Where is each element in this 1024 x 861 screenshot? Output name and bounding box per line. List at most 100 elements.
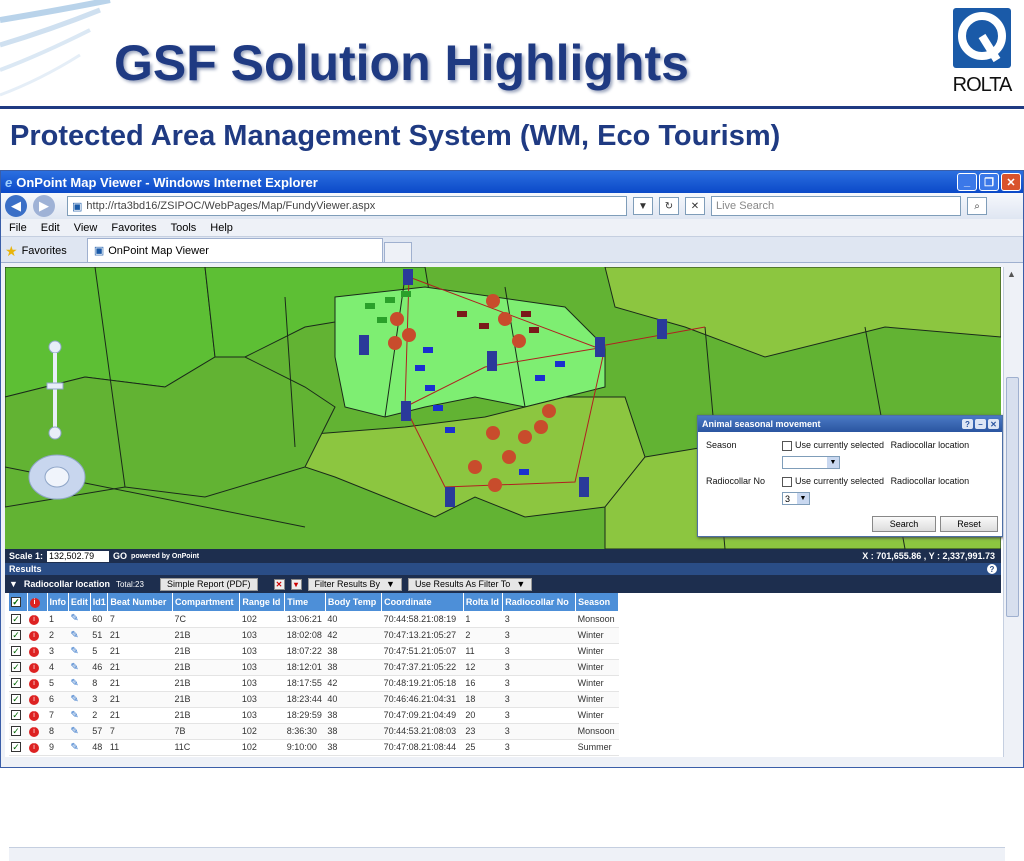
row-edit-cell[interactable]: ✎ [68, 691, 91, 708]
table-row[interactable]: ✓ i 8 ✎ 57 7 7B 102 8:36:30 38 70:44:53.21:08:03 23… [9, 723, 619, 740]
filter-results-by-button[interactable]: Filter Results By ▼ [307, 577, 402, 591]
row-checkbox[interactable]: ✓ [11, 662, 21, 672]
row-edit-cell[interactable]: ✎ [68, 659, 91, 676]
scale-input[interactable]: 132,502.79 [47, 550, 110, 562]
row-edit-cell[interactable]: ✎ [68, 643, 91, 660]
pencil-icon[interactable]: ✎ [70, 678, 78, 689]
radiocollar-checkbox[interactable] [782, 476, 792, 487]
close-icon[interactable]: ✕ [988, 419, 999, 429]
season-select[interactable]: ▼ [782, 456, 840, 469]
refresh-button[interactable]: ↻ [659, 197, 679, 215]
col-radiocollar-no[interactable]: Radiocollar No [502, 593, 577, 611]
row-select-cell[interactable]: ✓ [9, 627, 27, 644]
search-icon[interactable]: ⌕ [967, 197, 987, 215]
row-edit-cell[interactable]: ✎ [68, 723, 91, 740]
radiocollar-use-selected[interactable]: Use currently selected Radiocollar locat… [782, 476, 969, 487]
favorites-button[interactable]: ★ Favorites [5, 240, 87, 262]
vertical-scrollbar[interactable]: ▲ [1003, 267, 1021, 757]
radiocollar-select[interactable]: 3 ▼ [782, 492, 810, 505]
row-edit-cell[interactable]: ✎ [68, 611, 91, 628]
search-input[interactable]: Live Search [711, 196, 961, 216]
row-info-cell[interactable]: i [27, 723, 47, 740]
simple-report-button[interactable]: Simple Report (PDF) [159, 577, 258, 591]
pencil-icon[interactable]: ✎ [70, 742, 78, 753]
menu-help[interactable]: Help [210, 222, 233, 234]
stop-button[interactable]: ✕ [685, 197, 705, 215]
pan-control[interactable] [28, 454, 86, 500]
go-button[interactable]: GO [113, 551, 127, 561]
season-use-selected[interactable]: Use currently selected Radiocollar locat… [782, 440, 969, 451]
minimize-icon[interactable]: – [975, 419, 986, 429]
reset-button[interactable]: Reset [940, 516, 998, 532]
pencil-icon[interactable]: ✎ [70, 630, 78, 641]
address-bar[interactable]: ▣ http://rta3bd16/ZSIPOC/WebPages/Map/Fu… [67, 196, 627, 216]
forward-button[interactable]: ▶ [33, 195, 55, 217]
table-row[interactable]: ✓ i 9 ✎ 48 11 11C 102 9:10:00 38 70:47:08.21:08:44… [9, 739, 619, 756]
tab-onpoint-map-viewer[interactable]: ▣ OnPoint Map Viewer [86, 238, 383, 262]
pencil-icon[interactable]: ✎ [70, 694, 78, 705]
row-checkbox[interactable]: ✓ [11, 694, 21, 704]
info-icon[interactable]: i [29, 727, 39, 737]
address-dropdown[interactable]: ▼ [633, 197, 653, 215]
info-icon[interactable]: i [29, 679, 39, 689]
pencil-icon[interactable]: ✎ [70, 710, 78, 721]
info-icon[interactable]: i [29, 695, 39, 705]
back-button[interactable]: ◀ [5, 195, 27, 217]
row-info-cell[interactable]: i [27, 659, 47, 676]
col-id1[interactable]: Id1 [90, 593, 109, 611]
scroll-up-icon[interactable]: ▲ [1007, 269, 1016, 279]
table-row[interactable]: ✓ i 4 ✎ 46 21 21B 103 18:12:01 38 70:47:37.21:05:2… [9, 659, 619, 676]
row-info-cell[interactable]: i [27, 739, 47, 756]
new-tab-button[interactable] [383, 242, 412, 262]
info-icon[interactable]: i [29, 711, 39, 721]
row-checkbox[interactable]: ✓ [11, 630, 21, 640]
row-checkbox[interactable]: ✓ [11, 710, 21, 720]
row-select-cell[interactable]: ✓ [9, 707, 27, 724]
export-icon[interactable]: ▾ [290, 578, 302, 590]
col-rolta-id[interactable]: Rolta Id [463, 593, 504, 611]
pencil-icon[interactable]: ✎ [70, 662, 78, 673]
row-edit-cell[interactable]: ✎ [68, 675, 91, 692]
col-time[interactable]: Time [284, 593, 326, 611]
info-icon[interactable]: i [29, 743, 39, 753]
help-icon[interactable]: ? [987, 564, 997, 574]
row-info-cell[interactable]: i [27, 675, 47, 692]
info-icon[interactable]: i [29, 614, 39, 625]
row-info-cell[interactable]: i [27, 707, 47, 724]
season-checkbox[interactable] [782, 440, 792, 451]
menu-edit[interactable]: Edit [41, 222, 60, 234]
row-select-cell[interactable]: ✓ [9, 611, 27, 628]
col-coordinate[interactable]: Coordinate [381, 593, 464, 611]
row-select-cell[interactable]: ✓ [9, 739, 27, 756]
row-edit-cell[interactable]: ✎ [68, 739, 91, 756]
select-all-checkbox[interactable]: ✓ [11, 597, 21, 607]
clear-icon[interactable]: ✕ [273, 578, 285, 590]
info-icon[interactable]: i [29, 631, 39, 641]
col-season[interactable]: Season [575, 593, 619, 611]
minimize-button[interactable]: _ [957, 173, 977, 191]
table-row[interactable]: ✓ i 2 ✎ 51 21 21B 103 18:02:08 42 70:47:13.21:05:2… [9, 627, 619, 644]
select-all-header[interactable]: ✓ [9, 593, 28, 611]
pencil-icon[interactable]: ✎ [70, 646, 78, 657]
scrollbar-thumb[interactable] [1006, 377, 1019, 617]
row-checkbox[interactable]: ✓ [11, 726, 21, 736]
menu-file[interactable]: File [9, 222, 27, 234]
row-select-cell[interactable]: ✓ [9, 691, 27, 708]
row-checkbox[interactable]: ✓ [11, 646, 21, 656]
row-info-cell[interactable]: i [27, 627, 47, 644]
help-icon[interactable]: ? [962, 419, 973, 429]
season-radiocollar-link[interactable]: Radiocollar location [891, 440, 970, 450]
pencil-icon[interactable]: ✎ [70, 613, 78, 624]
col-body-temp[interactable]: Body Temp [325, 593, 383, 611]
row-edit-cell[interactable]: ✎ [68, 707, 91, 724]
menu-favorites[interactable]: Favorites [111, 222, 156, 234]
row-checkbox[interactable]: ✓ [11, 742, 21, 752]
row-select-cell[interactable]: ✓ [9, 659, 27, 676]
col-compartment[interactable]: Compartment [172, 593, 241, 611]
menu-view[interactable]: View [74, 222, 98, 234]
col-edit[interactable]: Edit [68, 593, 91, 611]
pencil-icon[interactable]: ✎ [70, 726, 78, 737]
table-row[interactable]: ✓ i 6 ✎ 3 21 21B 103 18:23:44 40 70:46:46.21:04:31… [9, 691, 619, 708]
search-button[interactable]: Search [872, 516, 936, 532]
row-info-cell[interactable]: i [27, 691, 47, 708]
